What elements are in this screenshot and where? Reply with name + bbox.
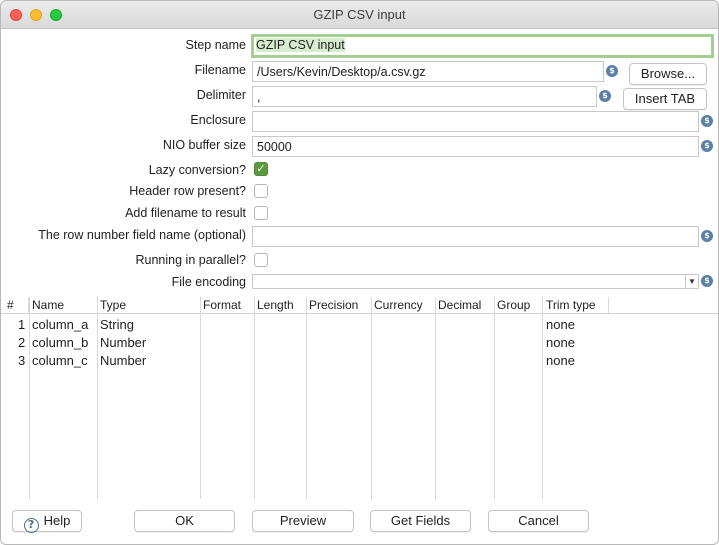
delimiter-input[interactable]: , xyxy=(252,86,597,107)
row-name[interactable]: column_c xyxy=(32,353,88,368)
variable-dollar-icon[interactable]: $ xyxy=(599,90,611,102)
step-name-input[interactable]: GZIP CSV input xyxy=(251,34,714,58)
add-filename-label: Add filename to result xyxy=(125,206,246,220)
lazy-conversion-checkbox[interactable]: ✓ xyxy=(254,162,268,176)
header-row-label: Header row present? xyxy=(129,184,246,198)
header-trim-type[interactable]: Trim type xyxy=(546,298,596,312)
column-divider xyxy=(435,297,436,499)
title-bar[interactable]: GZIP CSV input xyxy=(1,1,718,29)
nio-buffer-input[interactable]: 50000 xyxy=(252,136,699,157)
row-type[interactable]: Number xyxy=(100,335,146,350)
variable-dollar-icon[interactable]: $ xyxy=(606,65,618,77)
enclosure-label: Enclosure xyxy=(190,113,246,127)
column-divider xyxy=(254,297,255,499)
header-currency[interactable]: Currency xyxy=(374,298,423,312)
row-name[interactable]: column_a xyxy=(32,317,88,332)
nio-buffer-label: NIO buffer size xyxy=(162,138,246,152)
chevron-down-icon[interactable]: ▼ xyxy=(685,275,698,288)
help-question-icon: ? xyxy=(23,518,39,533)
cancel-button[interactable]: Cancel xyxy=(488,510,589,532)
header-decimal[interactable]: Decimal xyxy=(438,298,481,312)
row-index[interactable]: 1 xyxy=(18,317,25,332)
header-format[interactable]: Format xyxy=(203,298,241,312)
browse-button[interactable]: Browse... xyxy=(629,63,707,85)
row-trim-type[interactable]: none xyxy=(546,353,575,368)
header-index[interactable]: # xyxy=(7,298,14,312)
row-trim-type[interactable]: none xyxy=(546,317,575,332)
row-name[interactable]: column_b xyxy=(32,335,88,350)
file-encoding-select[interactable]: ▼ xyxy=(252,274,699,289)
row-number-field-label: The row number field name (optional) xyxy=(38,228,246,242)
column-divider xyxy=(542,297,543,499)
lazy-conversion-label: Lazy conversion? xyxy=(148,163,246,177)
variable-dollar-icon[interactable]: $ xyxy=(701,140,713,152)
row-index[interactable]: 3 xyxy=(18,353,25,368)
step-name-value: GZIP CSV input xyxy=(256,38,345,52)
running-parallel-label: Running in parallel? xyxy=(135,253,247,267)
row-index[interactable]: 2 xyxy=(18,335,25,350)
filename-input[interactable]: /Users/Kevin/Desktop/a.csv.gz xyxy=(252,61,604,82)
dialog-window: GZIP CSV input Step name GZIP CSV input … xyxy=(0,0,719,545)
variable-dollar-icon[interactable]: $ xyxy=(701,115,713,127)
delimiter-label: Delimiter xyxy=(196,88,246,102)
column-divider xyxy=(306,297,307,499)
help-button[interactable]: ? Help xyxy=(12,510,82,533)
column-divider xyxy=(371,297,372,499)
window-title: GZIP CSV input xyxy=(313,7,406,22)
variable-dollar-icon[interactable]: $ xyxy=(701,230,713,242)
step-name-label: Step name xyxy=(185,38,246,52)
header-group[interactable]: Group xyxy=(497,298,530,312)
fields-table[interactable]: # Name Type Format Length Precision Curr… xyxy=(1,297,718,499)
row-trim-type[interactable]: none xyxy=(546,335,575,350)
header-row-checkbox[interactable] xyxy=(254,184,268,198)
get-fields-button[interactable]: Get Fields xyxy=(370,510,471,532)
column-divider xyxy=(494,297,495,499)
row-number-field-input[interactable] xyxy=(252,226,699,247)
variable-dollar-icon[interactable]: $ xyxy=(701,275,713,287)
column-divider xyxy=(97,297,98,499)
running-parallel-checkbox[interactable] xyxy=(254,253,268,267)
filename-label: Filename xyxy=(194,63,246,77)
row-type[interactable]: Number xyxy=(100,353,146,368)
column-divider xyxy=(200,297,201,499)
column-divider xyxy=(29,297,30,499)
file-encoding-label: File encoding xyxy=(171,275,246,289)
add-filename-checkbox[interactable] xyxy=(254,206,268,220)
header-precision[interactable]: Precision xyxy=(309,298,358,312)
enclosure-input[interactable] xyxy=(252,111,699,132)
column-divider xyxy=(608,297,609,314)
ok-button[interactable]: OK xyxy=(134,510,235,532)
help-button-label: Help xyxy=(43,513,71,528)
preview-button[interactable]: Preview xyxy=(252,510,354,532)
header-length[interactable]: Length xyxy=(257,298,294,312)
header-name[interactable]: Name xyxy=(32,298,64,312)
header-type[interactable]: Type xyxy=(100,298,126,312)
insert-tab-button[interactable]: Insert TAB xyxy=(623,88,707,110)
row-type[interactable]: String xyxy=(100,317,134,332)
checkmark-icon: ✓ xyxy=(256,163,266,175)
